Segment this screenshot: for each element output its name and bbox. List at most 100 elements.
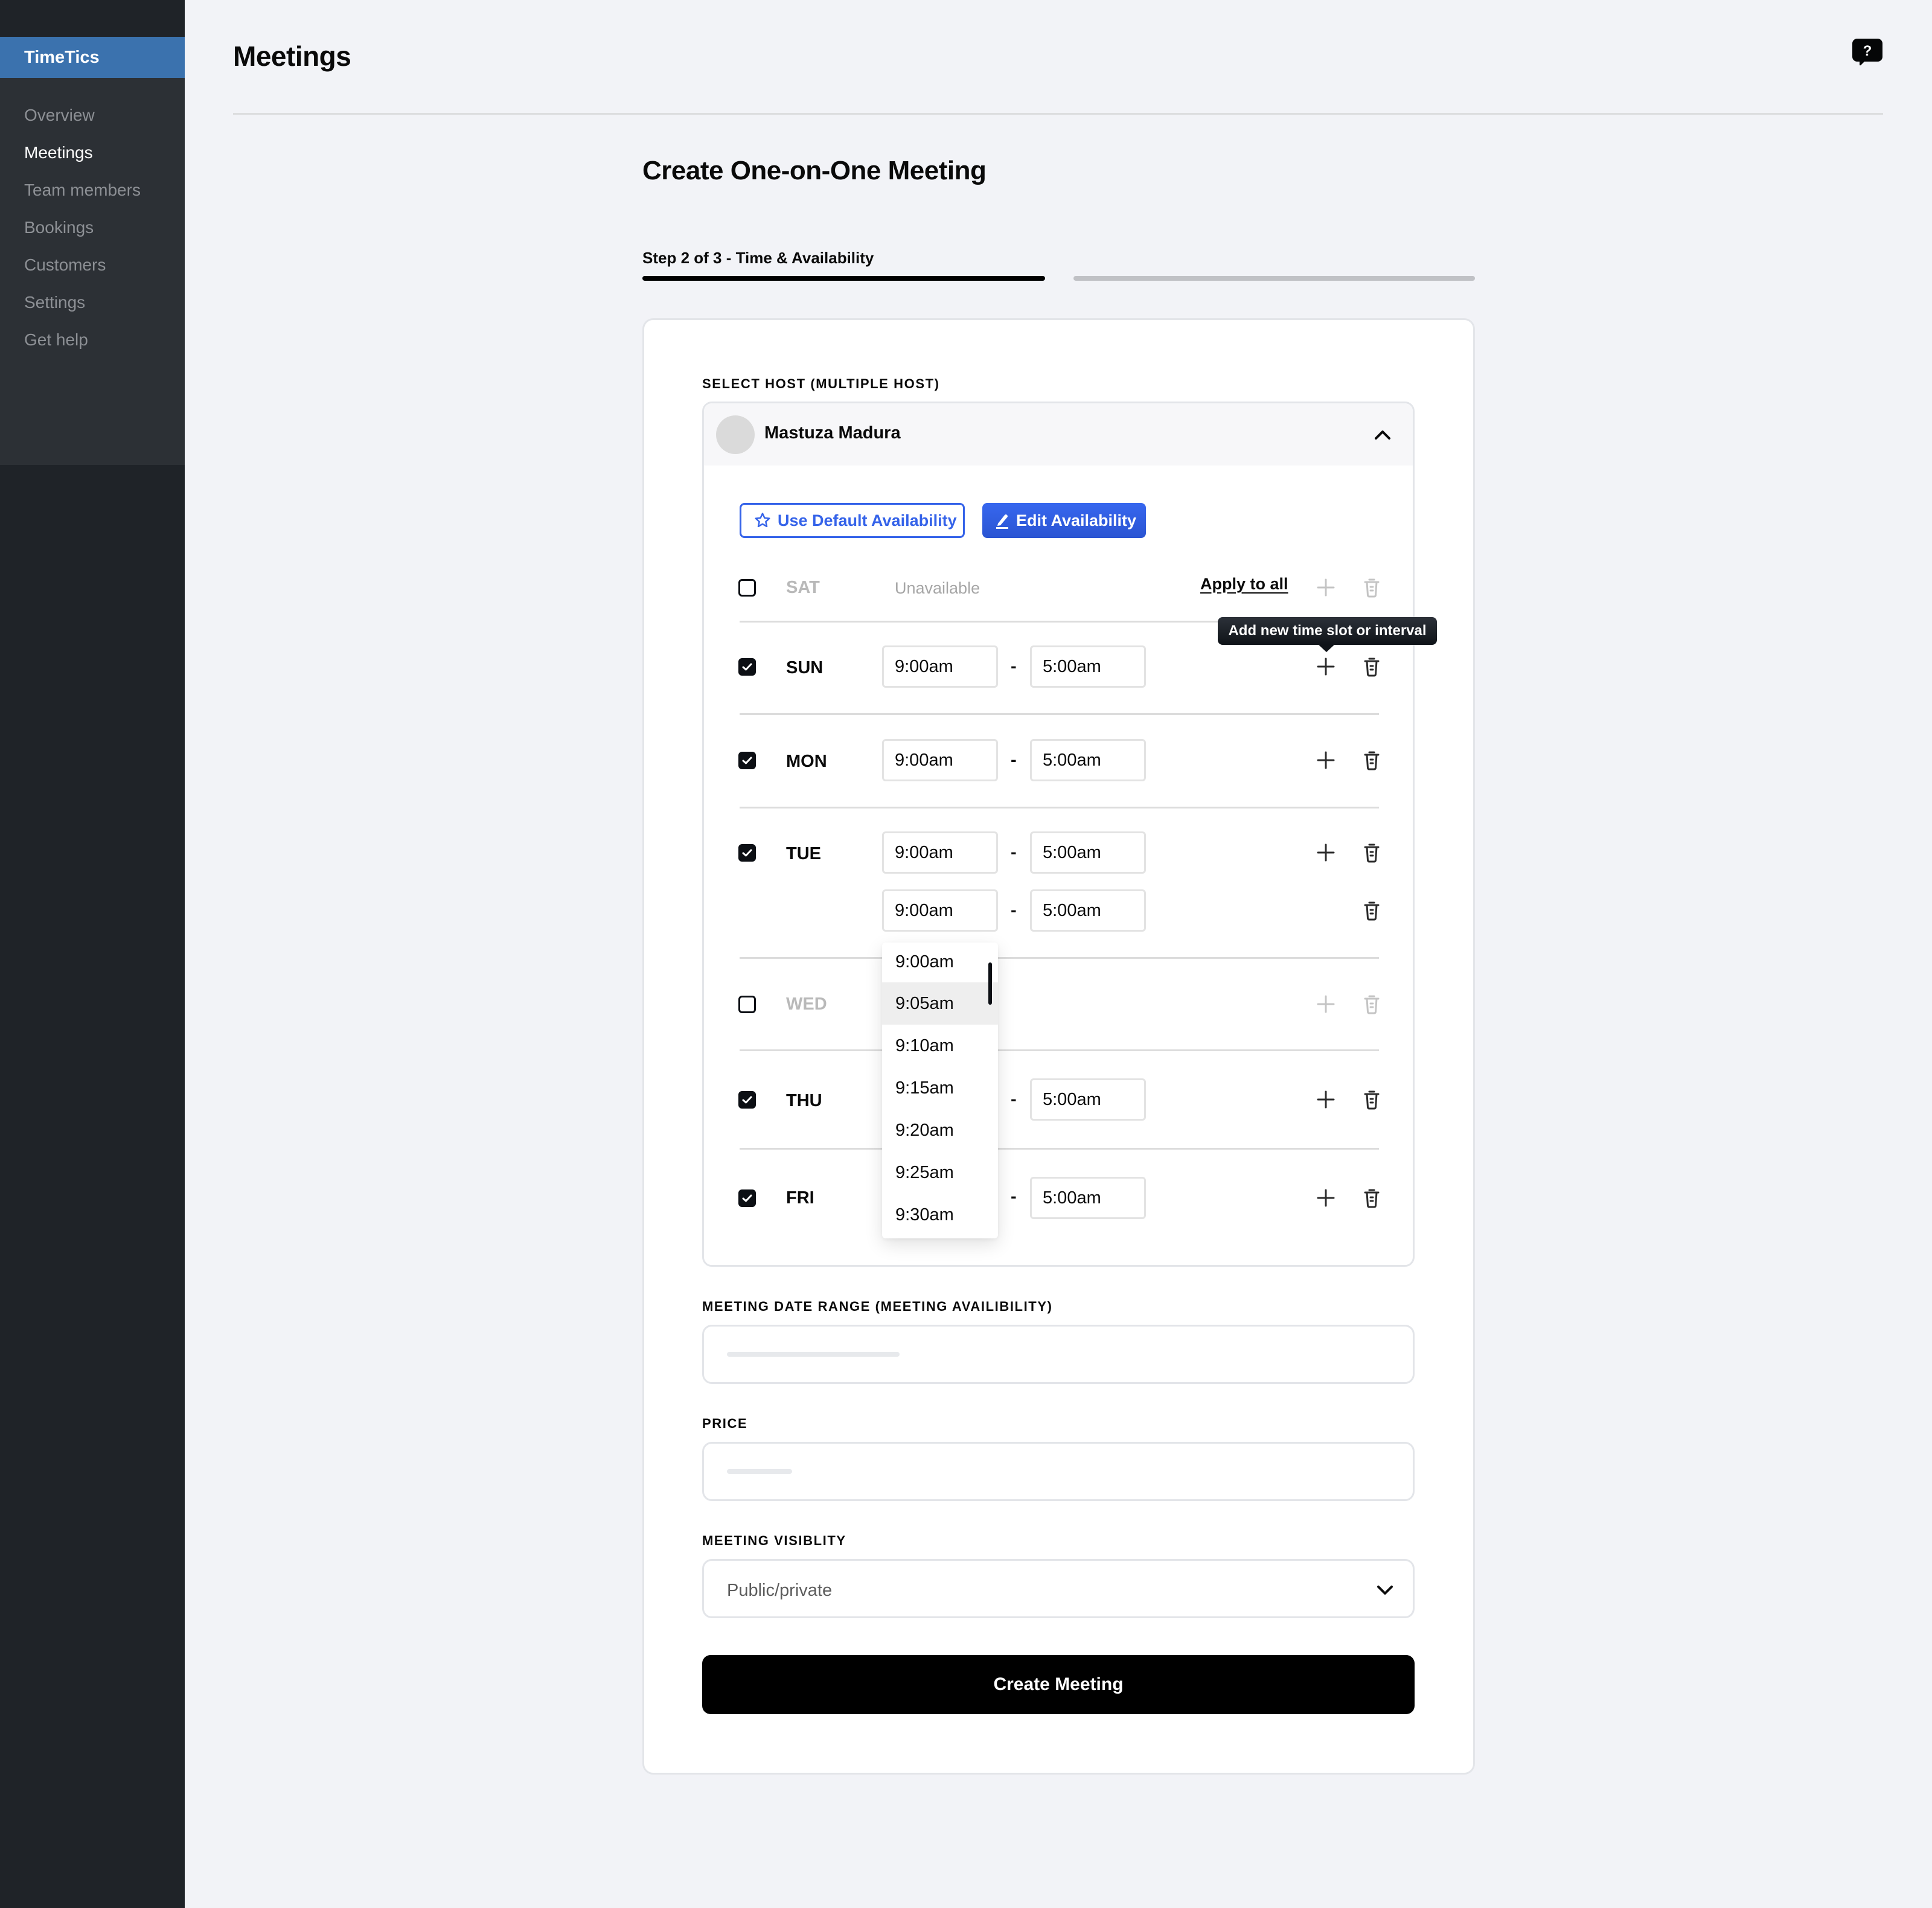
end-time-input[interactable]: 5:00am — [1030, 645, 1146, 688]
time-separator: - — [1011, 901, 1017, 920]
time-option[interactable]: 9:00am — [882, 943, 998, 982]
time-separator: - — [1011, 843, 1017, 862]
help-chat-button[interactable]: ? — [1851, 37, 1884, 70]
time-dropdown[interactable]: 9:00am 9:05am 9:10am 9:15am 9:20am 9:25a… — [882, 943, 998, 1238]
start-time-input[interactable]: 9:00am — [882, 889, 998, 932]
checkbox-sun[interactable] — [738, 658, 756, 676]
time-option-highlighted[interactable]: 9:05am — [882, 982, 998, 1025]
plus-icon[interactable] — [1314, 748, 1338, 772]
time-option[interactable]: 9:10am — [882, 1025, 998, 1067]
price-placeholder-skeleton — [727, 1469, 792, 1474]
header-divider — [233, 113, 1883, 115]
check-icon — [742, 1096, 752, 1104]
price-input[interactable] — [702, 1442, 1415, 1501]
sidebar-item-meetings[interactable]: Meetings — [24, 134, 141, 171]
check-icon — [742, 757, 752, 764]
visibility-select[interactable]: Public/private — [702, 1559, 1415, 1618]
host-name: Mastuza Madura — [764, 423, 901, 443]
start-time-input[interactable]: 9:00am — [882, 645, 998, 688]
trash-icon[interactable] — [1360, 898, 1384, 923]
unavailable-text: Unavailable — [895, 579, 980, 597]
end-time-input[interactable]: 5:00am — [1030, 739, 1146, 781]
star-icon — [755, 513, 770, 528]
plus-icon[interactable] — [1314, 1186, 1338, 1210]
chevron-up-icon[interactable] — [1371, 423, 1395, 447]
price-label: PRICE — [702, 1416, 748, 1431]
pencil-icon — [996, 514, 1008, 529]
time-option[interactable]: 9:20am — [882, 1109, 998, 1151]
date-range-placeholder-skeleton — [727, 1352, 900, 1357]
date-range-input[interactable] — [702, 1325, 1415, 1384]
plus-icon[interactable] — [1314, 1087, 1338, 1112]
day-label-thu: THU — [786, 1091, 822, 1110]
add-slot-tooltip: Add new time slot or interval — [1218, 617, 1437, 652]
sidebar-item-overview[interactable]: Overview — [24, 97, 141, 134]
time-separator: - — [1011, 1187, 1017, 1206]
time-option[interactable]: 9:15am — [882, 1067, 998, 1109]
time-option[interactable]: 9:30am — [882, 1194, 998, 1236]
checkbox-sat[interactable] — [738, 579, 756, 597]
edit-availability-button[interactable]: Edit Availability — [982, 503, 1146, 538]
day-label-tue: TUE — [786, 844, 821, 863]
check-icon — [742, 663, 752, 671]
date-range-label: MEETING DATE RANGE (MEETING AVAILIBILITY… — [702, 1299, 1053, 1314]
brand-logo[interactable]: TimeTics — [0, 37, 185, 78]
row-divider — [740, 1148, 1379, 1150]
visibility-label: MEETING VISIBLITY — [702, 1533, 846, 1548]
checkbox-thu[interactable] — [738, 1091, 756, 1109]
row-divider — [740, 1049, 1379, 1051]
plus-icon[interactable] — [1314, 655, 1338, 679]
plus-icon[interactable] — [1314, 840, 1338, 865]
end-time-input[interactable]: 5:00am — [1030, 831, 1146, 874]
checkbox-wed[interactable] — [738, 996, 756, 1013]
day-label-sat: SAT — [786, 578, 820, 597]
visibility-select-value: Public/private — [727, 1581, 833, 1600]
help-chat-icon: ? — [1852, 39, 1882, 66]
trash-icon[interactable] — [1360, 575, 1384, 600]
time-option[interactable]: 9:25am — [882, 1151, 998, 1194]
sidebar-item-settings[interactable]: Settings — [24, 284, 141, 321]
plus-icon[interactable] — [1314, 992, 1338, 1016]
check-icon — [742, 849, 752, 857]
end-time-input[interactable]: 5:00am — [1030, 1078, 1146, 1121]
day-label-mon: MON — [786, 752, 827, 771]
trash-icon[interactable] — [1360, 655, 1384, 679]
sidebar-nav: Overview Meetings Team members Bookings … — [24, 97, 141, 359]
checkbox-mon[interactable] — [738, 752, 756, 769]
form-title: Create One-on-One Meeting — [642, 156, 987, 185]
plus-icon[interactable] — [1314, 575, 1338, 600]
checkbox-fri[interactable] — [738, 1189, 756, 1207]
step-progress-completed — [642, 276, 1045, 281]
day-label-wed: WED — [786, 994, 827, 1014]
sidebar-item-bookings[interactable]: Bookings — [24, 209, 141, 246]
start-time-input[interactable]: 9:00am — [882, 739, 998, 781]
create-meeting-button[interactable]: Create Meeting — [702, 1655, 1415, 1714]
svg-text:?: ? — [1863, 43, 1872, 59]
trash-icon[interactable] — [1360, 1186, 1384, 1210]
use-default-availability-button[interactable]: Use Default Availability — [740, 503, 965, 538]
edit-availability-label: Edit Availability — [1016, 511, 1137, 530]
trash-icon[interactable] — [1360, 992, 1384, 1016]
sidebar-item-get-help[interactable]: Get help — [24, 321, 141, 359]
sidebar-item-team-members[interactable]: Team members — [24, 171, 141, 209]
chevron-down-icon — [1377, 1586, 1393, 1595]
trash-icon[interactable] — [1360, 748, 1384, 772]
time-separator: - — [1011, 751, 1017, 770]
start-time-input[interactable]: 9:00am — [882, 831, 998, 874]
trash-icon[interactable] — [1360, 1087, 1384, 1112]
trash-icon[interactable] — [1360, 840, 1384, 865]
day-label-fri: FRI — [786, 1188, 814, 1208]
apply-to-all-link[interactable]: Apply to all — [1200, 575, 1288, 594]
time-separator: - — [1011, 657, 1017, 676]
sidebar: TimeTics Overview Meetings Team members … — [0, 0, 185, 1908]
day-label-sun: SUN — [786, 658, 824, 677]
row-divider — [740, 713, 1379, 715]
end-time-input[interactable]: 5:00am — [1030, 1177, 1146, 1219]
avatar — [716, 415, 755, 454]
row-divider — [740, 807, 1379, 808]
end-time-input[interactable]: 5:00am — [1030, 889, 1146, 932]
sidebar-item-customers[interactable]: Customers — [24, 246, 141, 284]
dropdown-scrollbar[interactable] — [988, 962, 992, 1005]
check-icon — [742, 1194, 752, 1202]
checkbox-tue[interactable] — [738, 844, 756, 862]
